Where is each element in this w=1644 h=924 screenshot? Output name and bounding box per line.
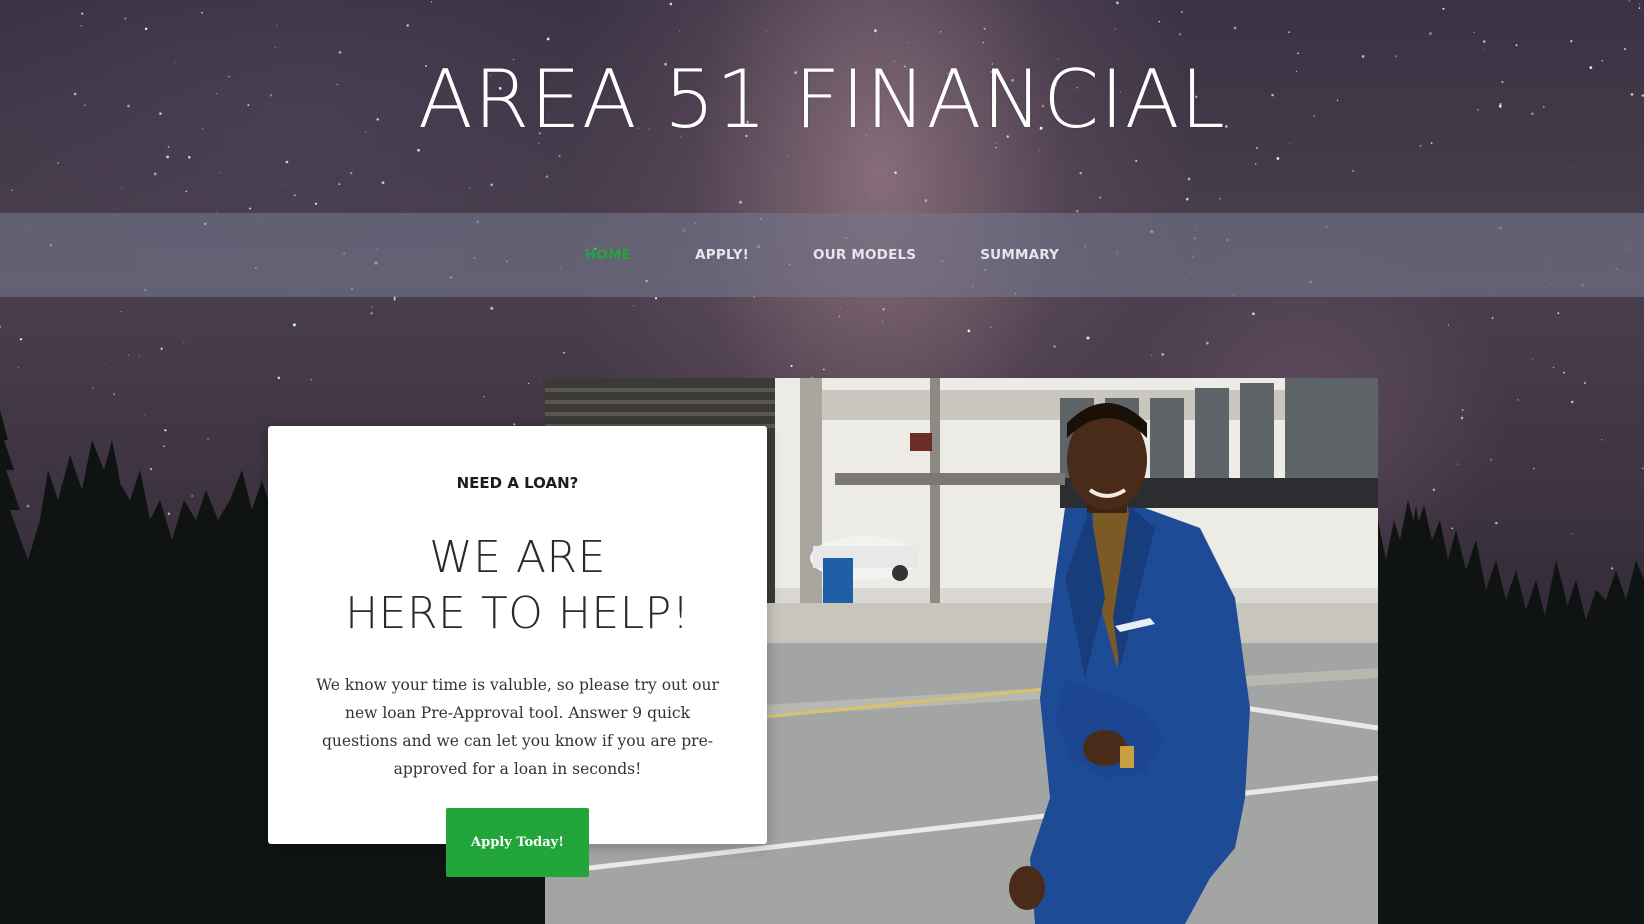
- main-navbar: HOME APPLY! OUR MODELS SUMMARY: [0, 213, 1644, 297]
- headline-line-2: HERE TO HELP!: [345, 588, 690, 639]
- headline-line-1: WE ARE: [429, 532, 606, 583]
- apply-today-button[interactable]: Apply Today!: [446, 808, 589, 877]
- nav-item-our-models[interactable]: OUR MODELS: [813, 247, 916, 263]
- nav-item-apply[interactable]: APPLY!: [695, 247, 749, 263]
- nav-items: HOME APPLY! OUR MODELS SUMMARY: [0, 213, 1644, 297]
- nav-item-summary[interactable]: SUMMARY: [980, 247, 1059, 263]
- loan-intro-card: NEED A LOAN? WE ARE HERE TO HELP! We kno…: [268, 426, 767, 844]
- card-body-text: We know your time is valuble, so please …: [316, 676, 719, 778]
- card-eyebrow: NEED A LOAN?: [456, 474, 579, 492]
- site-title: AREA 51 FINANCIAL: [417, 53, 1226, 146]
- card-headline: WE ARE HERE TO HELP!: [268, 530, 767, 642]
- nav-item-home[interactable]: HOME: [585, 247, 631, 263]
